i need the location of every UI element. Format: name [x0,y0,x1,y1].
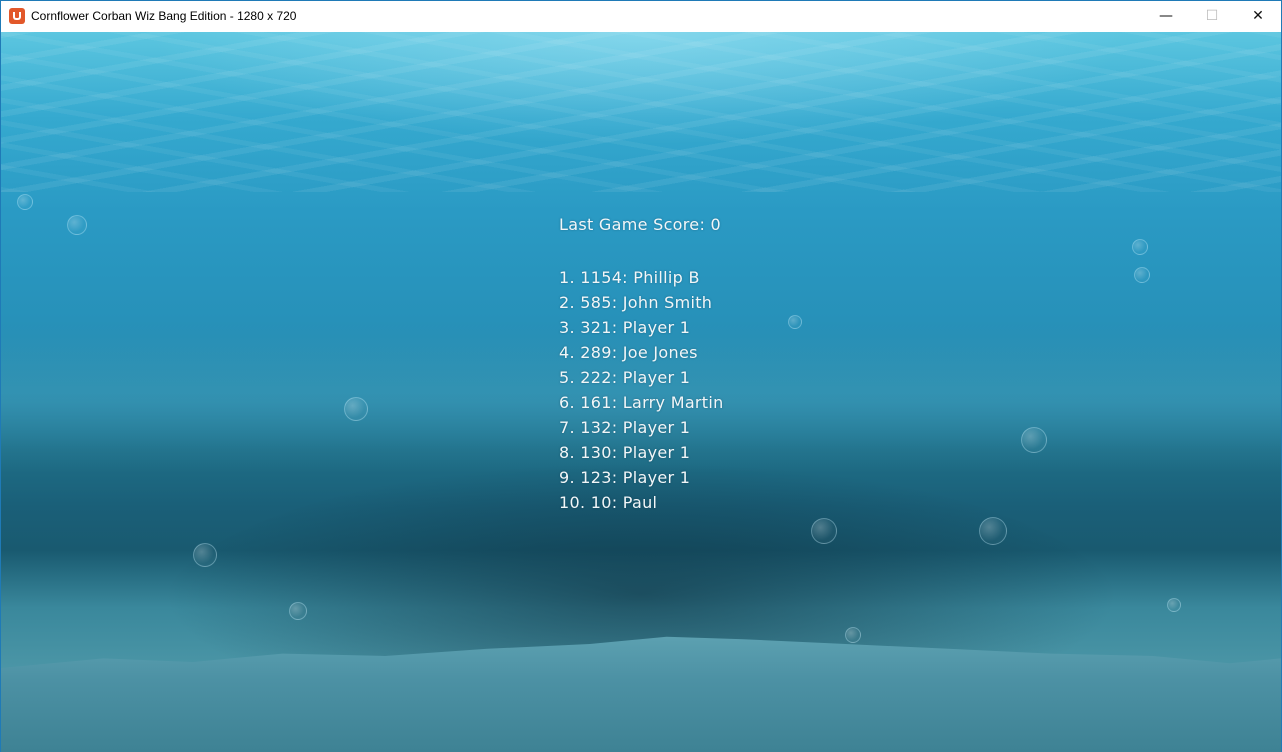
high-score-list: 1. 1154: Phillip B 2. 585: John Smith 3.… [559,265,724,515]
high-score-row: 8. 130: Player 1 [559,443,691,462]
close-button[interactable]: ✕ [1235,1,1281,31]
window-controls: — ☐ ✕ [1143,1,1281,31]
bubble [67,215,87,235]
high-score-row: 5. 222: Player 1 [559,368,691,387]
maximize-button[interactable]: ☐ [1189,1,1235,31]
high-score-row: 6. 161: Larry Martin [559,393,724,412]
high-score-row: 2. 585: John Smith [559,293,713,312]
high-score-row: 3. 321: Player 1 [559,318,691,337]
score-panel: Last Game Score: 0 1. 1154: Phillip B 2.… [559,215,724,515]
game-viewport[interactable]: Last Game Score: 0 1. 1154: Phillip B 2.… [1,32,1281,752]
bubble [979,517,1007,545]
bubble [344,397,368,421]
bubble [193,543,217,567]
bubble [845,627,861,643]
high-score-row: 9. 123: Player 1 [559,468,691,487]
bubble [1132,239,1148,255]
bubble [1134,267,1150,283]
bubble [289,602,307,620]
game-window: Cornflower Corban Wiz Bang Edition - 128… [0,0,1282,752]
high-score-row: 7. 132: Player 1 [559,418,691,437]
high-score-row: 10. 10: Paul [559,493,658,512]
monogame-app-icon [9,8,25,24]
minimize-button[interactable]: — [1143,1,1189,31]
high-score-row: 4. 289: Joe Jones [559,343,698,362]
water-surface [1,32,1281,192]
last-game-score: Last Game Score: 0 [559,215,722,234]
bubble [811,518,837,544]
bubble [17,194,33,210]
high-score-row: 1. 1154: Phillip B [559,268,700,287]
title-bar[interactable]: Cornflower Corban Wiz Bang Edition - 128… [1,1,1281,31]
bubble [788,315,802,329]
bubble [1167,598,1181,612]
bubble [1021,427,1047,453]
window-title: Cornflower Corban Wiz Bang Edition - 128… [31,9,297,23]
